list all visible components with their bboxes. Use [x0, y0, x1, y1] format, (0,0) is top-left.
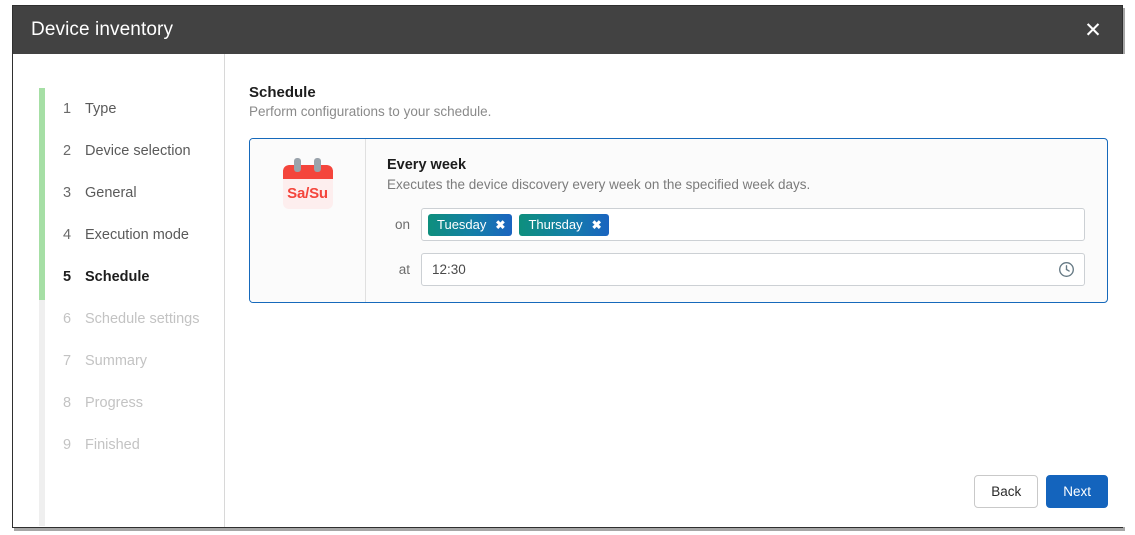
calendar-day-text: Sa/Su: [287, 185, 328, 202]
step-number: 9: [63, 437, 72, 453]
sidebar-item-summary: 7 Summary: [63, 340, 223, 382]
close-icon[interactable]: ✕: [1076, 13, 1110, 47]
dialog-title: Device inventory: [31, 19, 174, 40]
remove-tag-icon[interactable]: ✖: [592, 219, 602, 231]
step-label: Schedule settings: [85, 311, 200, 327]
sidebar-item-finished: 9 Finished: [63, 424, 223, 466]
weekdays-label: on: [394, 217, 410, 232]
wizard-step-list: 1 Type 2 Device selection 3 General 4 Ex…: [63, 88, 223, 466]
step-number: 4: [63, 227, 72, 243]
back-button[interactable]: Back: [974, 475, 1039, 508]
sidebar-item-execution-mode[interactable]: 4 Execution mode: [63, 214, 223, 256]
step-label: Progress: [85, 395, 144, 411]
step-number: 1: [63, 101, 72, 117]
card-description: Executes the device discovery every week…: [387, 177, 811, 192]
time-input[interactable]: [432, 262, 1058, 277]
sidebar-item-schedule[interactable]: 5 Schedule: [63, 256, 223, 298]
time-field-row: at: [387, 253, 1085, 286]
wizard-progress-fill: [39, 88, 45, 300]
clock-icon[interactable]: [1058, 261, 1075, 278]
card-heading: Every week: [387, 157, 467, 173]
calendar-header-bar: [282, 165, 333, 179]
wizard-footer: Back Next: [974, 475, 1108, 508]
device-inventory-dialog: Device inventory ✕ 1 Type 2 Device selec…: [12, 5, 1135, 528]
step-number: 3: [63, 185, 72, 201]
sidebar-item-general[interactable]: 3 General: [63, 172, 223, 214]
step-label: Summary: [85, 353, 148, 369]
step-number: 2: [63, 143, 72, 159]
dialog-body: 1 Type 2 Device selection 3 General 4 Ex…: [13, 54, 1135, 527]
card-icon-column: Sa/Su: [250, 139, 366, 302]
weekdays-tag-input[interactable]: Tuesday ✖ Thursday ✖: [421, 208, 1085, 241]
sidebar-item-progress: 8 Progress: [63, 382, 223, 424]
calendar-ring-right: [313, 158, 321, 172]
calendar-weekday-icon: Sa/Su: [281, 158, 335, 212]
day-tag-thursday[interactable]: Thursday ✖: [519, 213, 609, 236]
step-label: Device selection: [85, 143, 191, 159]
step-number: 7: [63, 353, 72, 369]
step-label: Execution mode: [85, 227, 189, 243]
calendar-sheet: Sa/Su: [282, 165, 333, 209]
wizard-sidebar: 1 Type 2 Device selection 3 General 4 Ex…: [13, 54, 225, 527]
step-label: Finished: [85, 437, 140, 453]
sidebar-item-type[interactable]: 1 Type: [63, 88, 223, 130]
dialog-title-bar: Device inventory ✕: [13, 6, 1122, 54]
step-number: 6: [63, 311, 72, 327]
every-week-schedule-card[interactable]: Sa/Su Every week Executes the device dis…: [249, 138, 1108, 303]
day-tag-label: Tuesday: [437, 217, 487, 232]
time-input-wrapper[interactable]: [421, 253, 1085, 286]
time-label: at: [398, 262, 410, 277]
sidebar-item-device-selection[interactable]: 2 Device selection: [63, 130, 223, 172]
page-subtitle: Perform configurations to your schedule.: [249, 104, 492, 119]
card-body: Every week Executes the device discovery…: [366, 139, 1107, 302]
step-label: Schedule: [85, 269, 150, 285]
sidebar-item-schedule-settings: 6 Schedule settings: [63, 298, 223, 340]
calendar-ring-left: [293, 158, 301, 172]
step-label: General: [85, 185, 137, 201]
wizard-progress-track: [39, 88, 45, 526]
weekdays-field-row: on Tuesday ✖ Thursday ✖: [387, 208, 1085, 241]
day-tag-label: Thursday: [528, 217, 583, 232]
remove-tag-icon[interactable]: ✖: [495, 219, 505, 231]
day-tag-tuesday[interactable]: Tuesday ✖: [428, 213, 513, 236]
step-number: 5: [63, 269, 72, 285]
step-label: Type: [85, 101, 117, 117]
page-title: Schedule: [249, 84, 316, 101]
next-button[interactable]: Next: [1046, 475, 1108, 508]
wizard-main-panel: Schedule Perform configurations to your …: [225, 54, 1135, 527]
step-number: 8: [63, 395, 72, 411]
